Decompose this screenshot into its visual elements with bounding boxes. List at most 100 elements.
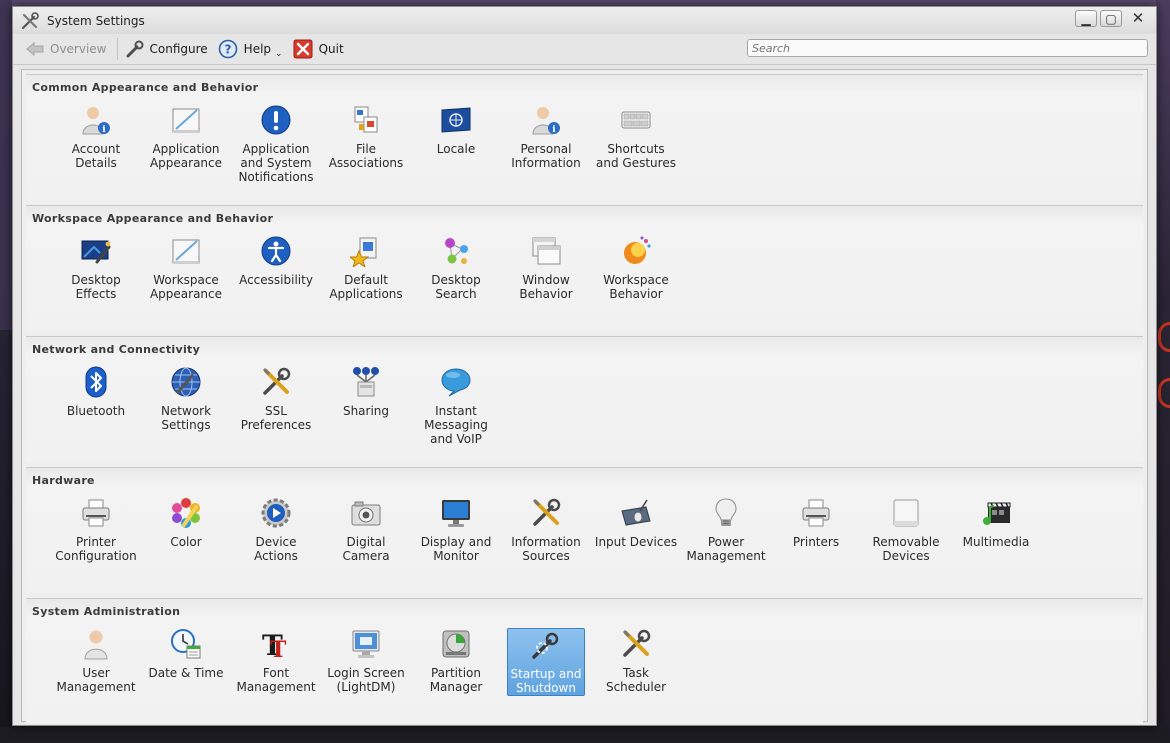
quit-icon bbox=[293, 39, 313, 59]
item-input-devices[interactable]: Input Devices bbox=[595, 497, 677, 565]
item-label: SSL Preferences bbox=[240, 404, 312, 432]
lightbulb-icon bbox=[710, 497, 742, 529]
item-label: Information Sources bbox=[511, 535, 581, 563]
item-printer-configuration[interactable]: Printer Configuration bbox=[55, 497, 137, 565]
keyboard-icon bbox=[620, 104, 652, 136]
item-ssl-preferences[interactable]: SSL Preferences bbox=[237, 366, 315, 434]
item-date-time[interactable]: Date & Time bbox=[147, 628, 225, 696]
item-network-settings[interactable]: Network Settings bbox=[147, 366, 225, 434]
item-task-scheduler[interactable]: Task Scheduler bbox=[597, 628, 675, 696]
item-label: Font Management bbox=[236, 666, 316, 694]
item-label: Account Details bbox=[71, 142, 121, 170]
overview-button[interactable]: Overview bbox=[22, 37, 113, 61]
item-label: Application Appearance bbox=[149, 142, 223, 170]
item-removable-devices[interactable]: Removable Devices bbox=[867, 497, 945, 565]
item-label: Startup and Shutdown bbox=[510, 667, 582, 695]
item-desktop-effects[interactable]: Desktop Effects bbox=[57, 235, 135, 303]
item-label: Desktop Search bbox=[431, 273, 481, 301]
item-startup-shutdown[interactable]: Startup and Shutdown bbox=[507, 628, 585, 696]
group-title: Hardware bbox=[32, 474, 95, 487]
item-label: Workspace Behavior bbox=[603, 273, 669, 301]
item-locale[interactable]: Locale bbox=[417, 104, 495, 172]
item-label: Printer Configuration bbox=[55, 535, 137, 563]
help-icon: ? bbox=[218, 39, 237, 59]
font-icon: TT bbox=[260, 628, 292, 660]
svg-text:i: i bbox=[552, 125, 556, 135]
item-user-management[interactable]: User Management bbox=[56, 628, 136, 696]
printer-icon bbox=[80, 497, 112, 529]
item-label: File Associations bbox=[328, 142, 404, 170]
item-information-sources[interactable]: Information Sources bbox=[507, 497, 585, 565]
item-digital-camera[interactable]: Digital Camera bbox=[327, 497, 405, 565]
item-label: Color bbox=[170, 535, 202, 549]
item-label: Login Screen (LightDM) bbox=[327, 666, 405, 694]
item-app-system-notifications[interactable]: Application and System Notifications bbox=[237, 104, 315, 184]
item-login-screen[interactable]: Login Screen (LightDM) bbox=[327, 628, 405, 696]
quit-label: Quit bbox=[318, 42, 344, 56]
title-bar[interactable]: System Settings ▁ ▢ ✕ bbox=[13, 7, 1156, 34]
item-label: Instant Messaging and VoIP bbox=[424, 404, 488, 446]
item-personal-information[interactable]: i Personal Information bbox=[507, 104, 585, 172]
monitor-icon bbox=[440, 497, 472, 529]
desktop-effects-icon bbox=[80, 235, 112, 267]
user-icon bbox=[80, 628, 112, 660]
item-label: Power Management bbox=[686, 535, 766, 563]
item-window-behavior[interactable]: Window Behavior bbox=[507, 235, 585, 303]
sharing-icon bbox=[350, 366, 382, 398]
item-default-applications[interactable]: Default Applications bbox=[327, 235, 405, 303]
item-label: Display and Monitor bbox=[420, 535, 492, 563]
device-actions-icon bbox=[260, 497, 292, 529]
item-font-management[interactable]: TT Font Management bbox=[236, 628, 315, 696]
workspace-behavior-icon bbox=[620, 235, 652, 267]
configure-button[interactable]: Configure bbox=[122, 37, 214, 61]
item-printers[interactable]: Printers bbox=[777, 497, 855, 565]
item-partition-manager[interactable]: Partition Manager bbox=[417, 628, 495, 696]
item-desktop-search[interactable]: Desktop Search bbox=[417, 235, 495, 303]
item-instant-messaging[interactable]: Instant Messaging and VoIP bbox=[417, 366, 495, 446]
item-label: Locale bbox=[436, 142, 476, 156]
item-multimedia[interactable]: Multimedia bbox=[957, 497, 1035, 565]
item-device-actions[interactable]: Device Actions bbox=[237, 497, 315, 565]
item-workspace-appearance[interactable]: Workspace Appearance bbox=[147, 235, 225, 303]
item-bluetooth[interactable]: Bluetooth bbox=[57, 366, 135, 434]
toolbar: Overview Configure ? Help ⌄ Quit bbox=[13, 34, 1156, 65]
item-shortcuts-gestures[interactable]: Shortcuts and Gestures bbox=[596, 104, 676, 172]
item-label: Task Scheduler bbox=[605, 666, 667, 694]
item-label: Digital Camera bbox=[342, 535, 390, 563]
item-account-details[interactable]: i Account Details bbox=[57, 104, 135, 172]
close-button[interactable]: ✕ bbox=[1125, 10, 1151, 27]
item-sharing[interactable]: Sharing bbox=[327, 366, 405, 434]
item-label: Network Settings bbox=[160, 404, 212, 432]
item-label: Workspace Appearance bbox=[149, 273, 223, 301]
configure-label: Configure bbox=[149, 42, 208, 56]
window-behavior-icon bbox=[530, 235, 562, 267]
item-label: Device Actions bbox=[254, 535, 298, 563]
maximize-button[interactable]: ▢ bbox=[1100, 10, 1122, 27]
group-hardware: Hardware Printer Configuration Color Dev… bbox=[26, 467, 1143, 593]
item-label: Window Behavior bbox=[519, 273, 573, 301]
overview-label: Overview bbox=[50, 42, 107, 56]
help-button[interactable]: ? Help ⌄ bbox=[214, 37, 289, 61]
minimize-button[interactable]: ▁ bbox=[1075, 10, 1097, 27]
item-application-appearance[interactable]: Application Appearance bbox=[147, 104, 225, 172]
camera-icon bbox=[350, 497, 382, 529]
item-label: Bluetooth bbox=[66, 404, 126, 418]
account-icon: i bbox=[80, 104, 112, 136]
settings-tools-icon[interactable] bbox=[20, 11, 40, 31]
item-label: User Management bbox=[56, 666, 136, 694]
item-workspace-behavior[interactable]: Workspace Behavior bbox=[597, 235, 675, 303]
item-label: Partition Manager bbox=[429, 666, 483, 694]
tools-icon bbox=[530, 497, 562, 529]
search-input[interactable] bbox=[747, 39, 1148, 57]
item-accessibility[interactable]: Accessibility bbox=[237, 235, 315, 303]
item-power-management[interactable]: Power Management bbox=[686, 497, 766, 565]
bluetooth-icon bbox=[80, 366, 112, 398]
item-color[interactable]: Color bbox=[147, 497, 225, 565]
notifications-icon bbox=[260, 104, 292, 136]
chevron-down-icon[interactable]: ⌄ bbox=[275, 49, 283, 59]
group-system-administration: System Administration User Management Da… bbox=[26, 598, 1143, 724]
quit-button[interactable]: Quit bbox=[289, 37, 350, 61]
file-associations-icon bbox=[350, 104, 382, 136]
item-file-associations[interactable]: File Associations bbox=[327, 104, 405, 172]
item-display-monitor[interactable]: Display and Monitor bbox=[417, 497, 495, 565]
